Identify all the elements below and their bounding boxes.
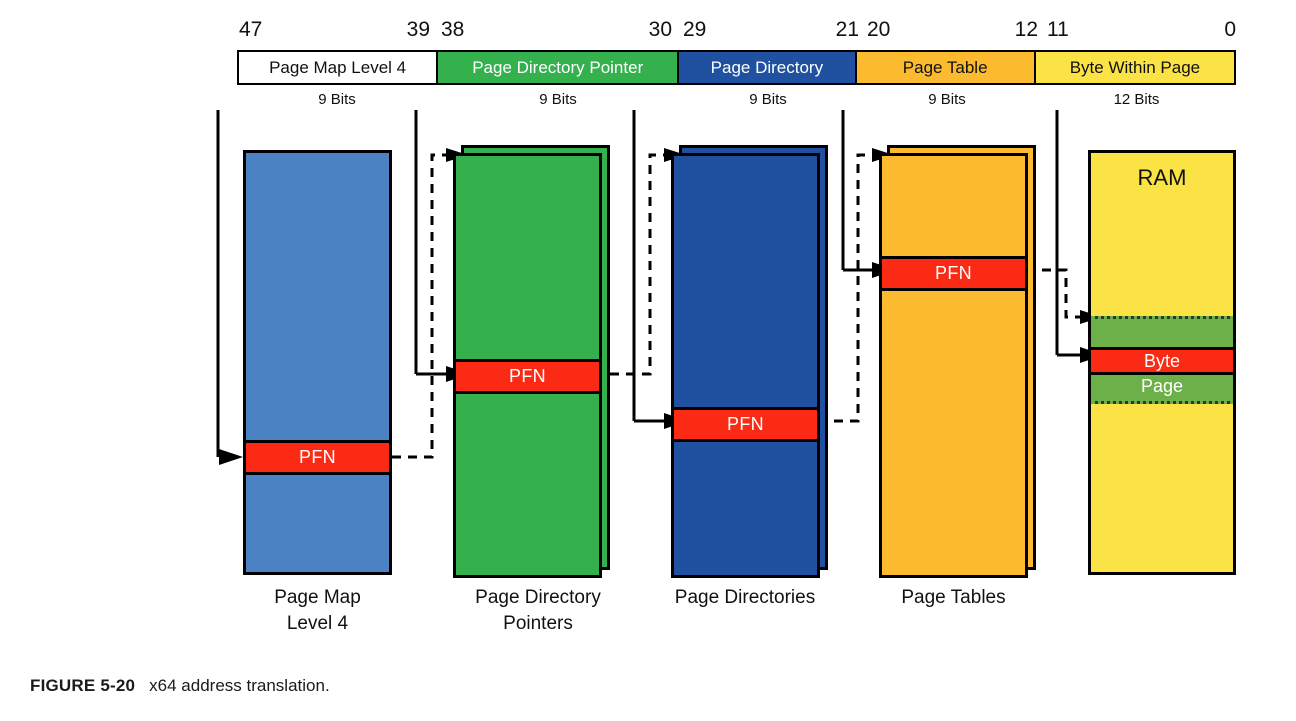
- virtual-address-bar: Page Map Level 4 Page Directory Pointer Pa…: [237, 50, 1236, 85]
- figure-title: x64 address translation.: [149, 676, 330, 695]
- figure-caption: FIGURE 5-20 x64 address translation.: [30, 676, 330, 696]
- page-directory-pointers-caption: Page Directory Pointers: [475, 587, 601, 634]
- ram-block: RAM Page Byte: [1088, 150, 1236, 575]
- page-map-level-4-caption: Page Map Level 4: [274, 587, 361, 634]
- page-map-level-4-table: PFN: [243, 150, 392, 575]
- address-field-1: Page Directory Pointer: [438, 52, 680, 83]
- pd-pfn-entry: PFN: [674, 407, 817, 442]
- bit-tick-20: 20: [867, 18, 891, 41]
- page-directories-caption: Page Directories: [674, 587, 816, 608]
- address-field-4: Byte Within Page: [1035, 52, 1235, 83]
- page-tables-table: PFN: [879, 153, 1028, 578]
- bit-tick-12: 12: [1014, 18, 1038, 41]
- address-field-2: Page Directory: [679, 52, 857, 83]
- bit-tick-30: 30: [648, 18, 672, 41]
- bit-tick-39: 39: [406, 18, 430, 41]
- bits-label-1: 9 Bits: [539, 91, 577, 108]
- bit-tick-38: 38: [441, 18, 465, 41]
- ram-byte-region: Byte: [1091, 347, 1233, 375]
- bit-tick-11: 11: [1047, 18, 1069, 41]
- ram-title: RAM: [1137, 165, 1187, 190]
- bits-label-2: 9 Bits: [749, 91, 787, 108]
- bit-tick-21: 21: [835, 18, 859, 41]
- bits-label-3: 9 Bits: [928, 91, 966, 108]
- page-directories-table: PFN: [671, 153, 820, 578]
- pt-pfn-entry: PFN: [882, 256, 1025, 291]
- address-field-3: Page Table: [856, 52, 1036, 83]
- bit-tick-29: 29: [683, 18, 707, 41]
- page-directory-pointers-table: PFN: [453, 153, 602, 578]
- bits-label-4: 12 Bits: [1113, 91, 1160, 108]
- ram-page-label: Page: [1140, 376, 1184, 396]
- page-tables-caption: Page Tables: [901, 587, 1006, 608]
- bit-tick-0: 0: [1224, 18, 1236, 41]
- pdp-pfn-entry: PFN: [456, 359, 599, 394]
- address-field-0: Page Map Level 4: [239, 52, 439, 83]
- bit-tick-47: 47: [239, 18, 263, 41]
- x64-address-translation-figure: 47 39 38 30 29 21 20 12 11 0 Page Map Level 4 Page…: [0, 0, 1296, 721]
- pml4-pfn-entry: PFN: [246, 440, 389, 475]
- figure-number: FIGURE 5-20: [30, 676, 136, 695]
- bits-label-0: 9 Bits: [318, 91, 356, 108]
